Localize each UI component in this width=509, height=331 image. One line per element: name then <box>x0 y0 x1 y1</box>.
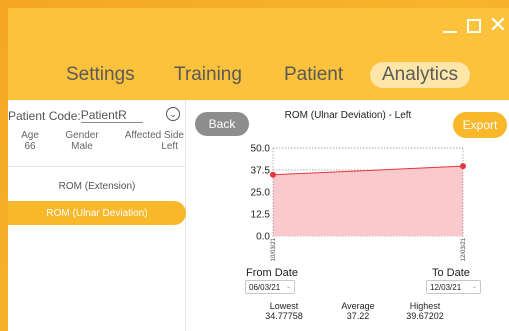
from-date-label: From Date <box>246 267 298 279</box>
tab-patient[interactable]: Patient <box>284 64 343 86</box>
highest-value: 39.67202 <box>406 311 444 321</box>
window-controls: ✕ <box>439 12 509 40</box>
y-tick-label: 0.0 <box>256 232 270 243</box>
average-label: Average <box>341 301 375 311</box>
to-date-select[interactable]: 12/03/21 ⌄ <box>426 280 481 294</box>
y-tick-label: 12.5 <box>251 210 271 221</box>
highest-label: Highest <box>409 301 441 311</box>
x-tick-label: 10/03/21 <box>271 237 277 261</box>
chart-series <box>270 148 466 236</box>
tab-training[interactable]: Training <box>174 64 242 86</box>
lowest-value: 34.77758 <box>265 311 303 321</box>
maximize-icon[interactable] <box>463 12 485 40</box>
y-tick-label: 25.0 <box>251 188 271 199</box>
rom-chart: 50.0 37.5 25.0 12.5 0.0 10/03/21 12/03/21 <box>251 144 467 262</box>
main-nav: Settings Training Patient Analytics <box>8 52 509 100</box>
from-date-value: 06/03/21 <box>249 282 281 292</box>
stat-lowest: Lowest 34.77758 <box>262 301 306 321</box>
close-icon[interactable]: ✕ <box>487 12 509 40</box>
y-tick-label: 37.5 <box>251 166 271 177</box>
chevron-down-icon: ⌄ <box>285 284 291 290</box>
tab-analytics[interactable]: Analytics <box>370 62 471 88</box>
average-value: 37.22 <box>346 311 370 321</box>
x-axis-ticks: 10/03/21 12/03/21 <box>271 237 467 261</box>
y-axis-ticks: 50.0 37.5 25.0 12.5 0.0 <box>251 144 271 243</box>
tab-settings[interactable]: Settings <box>66 64 135 86</box>
series-area <box>273 166 463 236</box>
title-bar: ✕ <box>8 8 509 46</box>
app-window: ✕ Settings Training Patient Analytics Pa… <box>8 8 509 331</box>
lowest-label: Lowest <box>269 301 299 311</box>
chevron-down-icon: ⌄ <box>471 284 477 290</box>
stat-average: Average 37.22 <box>336 301 380 321</box>
main-content: Patient Code: PatientR ⌄ Age 66 Gender M… <box>8 100 509 331</box>
y-tick-label: 50.0 <box>251 144 271 155</box>
x-tick-label: 12/03/21 <box>461 237 467 261</box>
to-date-value: 12/03/21 <box>430 282 462 292</box>
to-date-label: To Date <box>432 267 470 279</box>
stat-highest: Highest 39.67202 <box>401 301 449 321</box>
minimize-icon[interactable] <box>439 12 461 40</box>
from-date-select[interactable]: 06/03/21 ⌄ <box>245 280 295 294</box>
